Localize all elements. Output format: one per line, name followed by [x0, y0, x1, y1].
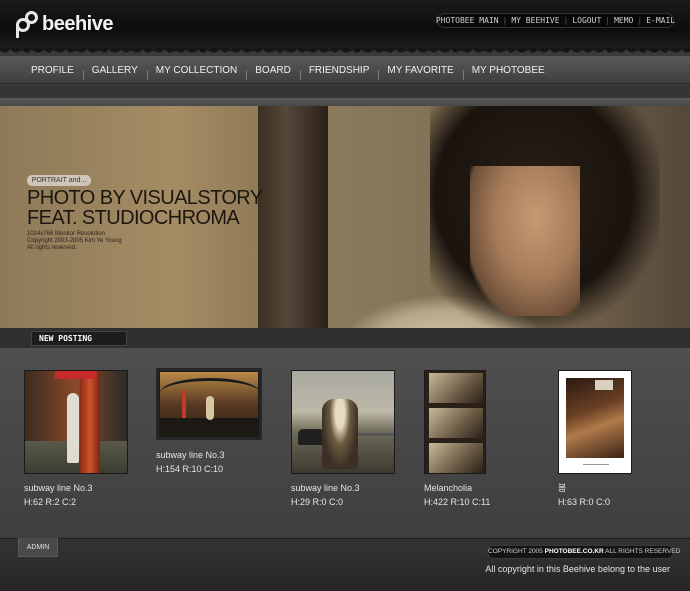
- nav-my-favorite[interactable]: MY FAVORITE: [378, 56, 462, 84]
- post-item[interactable]: subway line No.3 H:62 R:2 C:2: [24, 370, 128, 509]
- hero-wall-shadow: [258, 106, 328, 328]
- top-utility-nav: PHOTOBEE MAIN | MY BEEHIVE | LOGOUT | MEMO |…: [436, 13, 675, 28]
- post-caption[interactable]: subway line No.3: [24, 482, 128, 495]
- post-stats: H:62 R:2 C:2: [24, 497, 77, 507]
- post-caption[interactable]: subway line No.3: [291, 482, 395, 495]
- topnav-my-beehive[interactable]: MY BEEHIVE: [507, 16, 563, 25]
- hero-top-edge: [0, 98, 690, 106]
- hero-portrait-face: [470, 166, 580, 316]
- post-caption[interactable]: subway line No.3: [156, 449, 262, 462]
- header-bar: beehive PHOTOBEE MAIN | MY BEEHIVE | LOGOU…: [0, 0, 690, 56]
- hero-meta: 1024x768 Monitor Resolution Copyright 20…: [27, 231, 122, 252]
- brand-name: beehive: [42, 12, 113, 35]
- nav-divider: [0, 85, 690, 98]
- copyright-notice: COPYRIGHT 2005 PHOTOBEE.CO.KR ALL RIGHTS…: [487, 545, 680, 559]
- topnav-email[interactable]: E-MAIL: [642, 16, 679, 25]
- main-nav: PROFILE GALLERY MY COLLECTION BOARD FRIE…: [0, 56, 690, 84]
- topnav-memo[interactable]: MEMO: [610, 16, 637, 25]
- post-thumbnail[interactable]: [159, 371, 259, 437]
- nav-my-collection[interactable]: MY COLLECTION: [146, 56, 247, 84]
- nav-profile[interactable]: PROFILE: [22, 56, 83, 84]
- brand-logo[interactable]: beehive: [16, 9, 113, 39]
- nav-friendship[interactable]: FRIENDSHIP: [299, 56, 379, 84]
- post-stats: H:154 R:10 C:10: [156, 464, 224, 474]
- owner-copyright-note: All copyright in this Beehive belong to …: [485, 564, 670, 574]
- post-caption[interactable]: Melancholia: [424, 482, 490, 495]
- post-stats: H:29 R:0 C:0: [291, 497, 344, 507]
- hero-meta-line: 1024x768 Monitor Resolution: [27, 231, 106, 237]
- post-thumbnail[interactable]: [24, 370, 128, 474]
- hero-banner: PORTRAIT and... PHOTO BY VISUALSTORY FEA…: [0, 106, 690, 328]
- post-thumbnail-frame: [156, 368, 262, 440]
- nav-board[interactable]: BOARD: [246, 56, 300, 84]
- post-item[interactable]: subway line No.3 H:29 R:0 C:0: [291, 370, 395, 509]
- post-item[interactable]: subway line No.3 H:154 R:10 C:10: [156, 368, 262, 476]
- hero-badge: PORTRAIT and...: [27, 175, 91, 186]
- hero-subtitle: FEAT. STUDIOCHROMA: [27, 207, 240, 229]
- post-item[interactable]: 봄 H:63 R:0 C:0: [558, 370, 632, 509]
- nav-gallery[interactable]: GALLERY: [82, 56, 147, 84]
- nav-my-photobee[interactable]: MY PHOTOBEE: [462, 56, 554, 84]
- admin-button[interactable]: ADMIN: [18, 538, 58, 557]
- topnav-logout[interactable]: LOGOUT: [568, 16, 605, 25]
- copyright-prefix: COPYRIGHT 2005: [488, 548, 543, 555]
- post-stats: H:63 R:0 C:0: [558, 497, 611, 507]
- hero-meta-line: All rights reserved.: [27, 245, 77, 251]
- post-item[interactable]: Melancholia H:422 R:10 C:11: [424, 370, 490, 509]
- post-thumbnail[interactable]: [558, 370, 632, 474]
- hero-meta-line: Copyright 2003-2005 Kim Ye Young: [27, 238, 122, 244]
- post-thumbnail[interactable]: [291, 370, 395, 474]
- topnav-photobee-main[interactable]: PHOTOBEE MAIN: [432, 16, 503, 25]
- post-stats: H:422 R:10 C:11: [424, 497, 491, 507]
- post-thumbnail[interactable]: [424, 370, 486, 474]
- hero-title: PHOTO BY VISUALSTORY: [27, 187, 263, 209]
- photobee-logo-icon: [16, 10, 40, 38]
- copyright-site: PHOTOBEE.CO.KR: [544, 548, 604, 555]
- new-posting-label: NEW POSTING: [31, 331, 127, 346]
- post-caption[interactable]: 봄: [558, 482, 632, 495]
- copyright-suffix: ALL RIGHTS RESERVED: [605, 548, 681, 555]
